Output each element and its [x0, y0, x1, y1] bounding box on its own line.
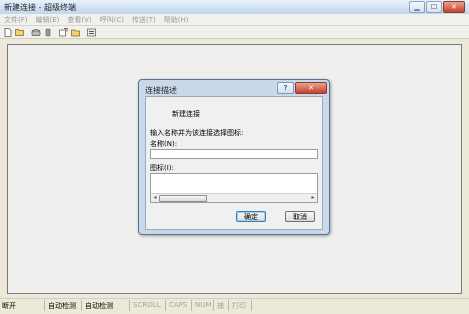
close-button[interactable]: ✕ [443, 1, 465, 13]
menu-call[interactable]: 呼叫(C) [96, 15, 128, 25]
dialog-body: 新建连接 输入名称并为该连接选择图标: 名称(N): 图标(I): ◂ ▸ 确定… [145, 96, 323, 230]
title-bar: 新建连接 - 超级终端 ▁ ☐ ✕ [0, 0, 469, 15]
new-document-icon[interactable] [2, 27, 13, 37]
dial-phone-icon[interactable] [30, 27, 41, 37]
status-auto-detect-1: 自动检测 [48, 302, 76, 310]
connection-description-dialog: 连接描述 ? ✕ 新建连接 输入名称并为该连接选择图标: 名称(N): 图标(I… [138, 79, 330, 235]
properties-icon[interactable] [86, 27, 97, 37]
send-file-icon[interactable] [58, 27, 69, 37]
instruction-text: 输入名称并为该连接选择图标: [150, 129, 244, 137]
dialog-title: 连接描述 [145, 86, 177, 95]
status-num: NUM [195, 301, 212, 309]
menu-view[interactable]: 查看(V) [63, 15, 95, 25]
scroll-right-icon[interactable]: ▸ [309, 194, 317, 201]
window-title: 新建连接 - 超级终端 [4, 3, 76, 12]
receive-file-icon[interactable] [70, 27, 81, 37]
menu-edit[interactable]: 编辑(E) [32, 15, 64, 25]
minimize-button[interactable]: ▁ [409, 1, 425, 13]
status-capture: 捕 [217, 302, 224, 310]
dialog-close-button[interactable]: ✕ [295, 82, 327, 94]
icon-list[interactable]: ◂ ▸ [150, 173, 318, 203]
name-label: 名称(N): [150, 140, 178, 148]
status-auto-detect-2: 自动检测 [85, 302, 113, 310]
caption-buttons: ▁ ☐ ✕ [408, 1, 465, 13]
connection-icon [154, 103, 172, 121]
menu-bar: 文件(F) 编辑(E) 查看(V) 呼叫(C) 传送(T) 帮助(H) [0, 14, 469, 26]
ok-button[interactable]: 确定 [236, 211, 266, 222]
connection-name: 新建连接 [172, 110, 200, 118]
scroll-thumb[interactable] [159, 195, 207, 202]
maximize-button[interactable]: ☐ [426, 1, 442, 13]
status-caps: CAPS [169, 301, 188, 309]
status-connection: 断开 [2, 302, 16, 310]
scroll-left-icon[interactable]: ◂ [151, 194, 159, 201]
menu-help[interactable]: 帮助(H) [160, 15, 193, 25]
icon-list-scrollbar[interactable]: ◂ ▸ [151, 193, 317, 202]
status-scroll: SCROLL [133, 301, 161, 309]
status-print: 打印 [232, 302, 246, 310]
cancel-button[interactable]: 取消 [285, 211, 315, 222]
help-button[interactable]: ? [277, 82, 294, 94]
disconnect-icon[interactable] [42, 27, 53, 37]
menu-file[interactable]: 文件(F) [0, 15, 32, 25]
name-input[interactable] [150, 149, 318, 159]
open-folder-icon[interactable] [14, 27, 25, 37]
status-bar: 断开 自动检测 自动检测 SCROLL CAPS NUM 捕 打印 [0, 298, 469, 313]
app-window: 新建连接 - 超级终端 ▁ ☐ ✕ 文件(F) 编辑(E) 查看(V) 呼叫(C… [0, 0, 469, 314]
menu-transfer[interactable]: 传送(T) [128, 15, 160, 25]
toolbar [0, 26, 469, 39]
icon-label: 图标(I): [150, 164, 174, 172]
